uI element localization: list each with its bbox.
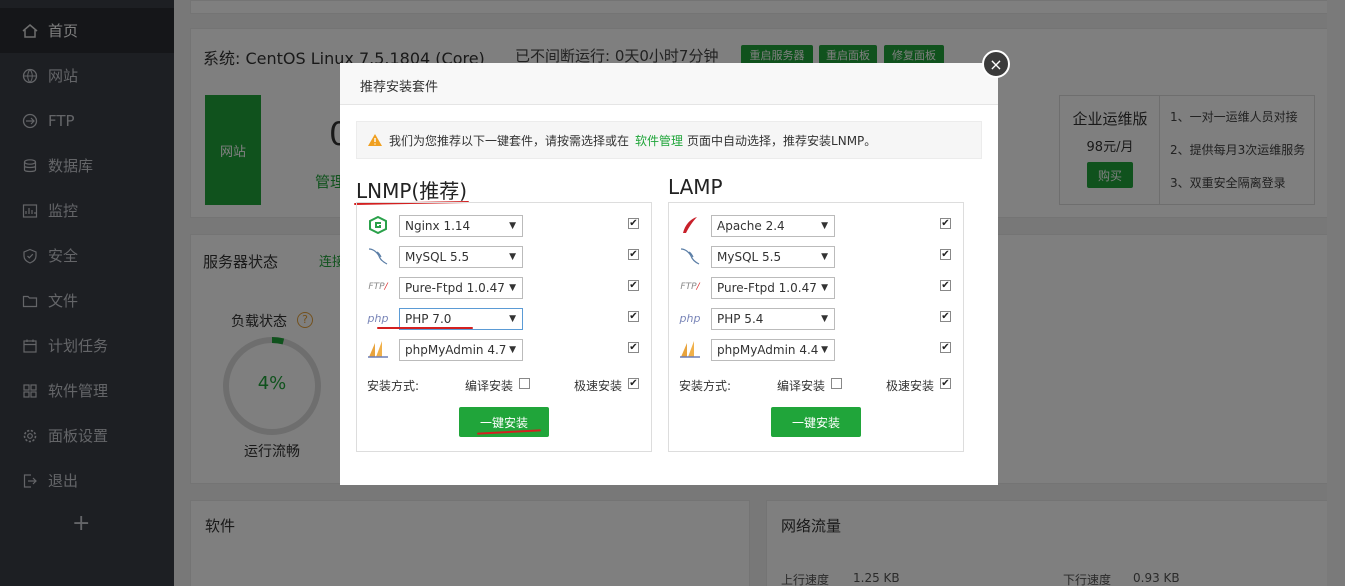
compile-install-label: 编译安装 <box>465 379 514 393</box>
fast-install-checkbox[interactable]: ✔ <box>628 378 639 389</box>
apache-checkbox[interactable]: ✔ <box>940 218 951 229</box>
close-icon[interactable]: × <box>982 50 1010 78</box>
caret-down-icon: ▼ <box>821 345 828 355</box>
caret-down-icon: ▼ <box>509 314 516 324</box>
modal-title: 推荐安装套件 <box>360 80 439 95</box>
lamp-row-mysql: MySQL 5.5 ▼ ✔ <box>669 243 965 269</box>
caret-down-icon: ▼ <box>821 221 828 231</box>
mysql-version-select[interactable]: MySQL 5.5 ▼ <box>711 246 835 268</box>
notice-text-post: 页面中自动选择，推荐安装LNMP。 <box>687 133 877 148</box>
notice-text: 我们为您推荐以下一键套件，请按需选择或在 <box>389 133 630 148</box>
phpmyadmin-icon <box>367 339 389 359</box>
lnmp-title: LNMP(推荐) <box>356 179 468 203</box>
php-checkbox[interactable]: ✔ <box>940 311 951 322</box>
select-value: Apache 2.4 <box>717 219 785 233</box>
install-method-label: 安装方式: <box>367 379 420 393</box>
fast-install-checkbox[interactable]: ✔ <box>940 378 951 389</box>
mysql-version-select[interactable]: MySQL 5.5 ▼ <box>399 246 523 268</box>
compile-install-label: 编译安装 <box>777 379 826 393</box>
mysql-checkbox[interactable]: ✔ <box>628 249 639 260</box>
phpmyadmin-checkbox[interactable]: ✔ <box>940 342 951 353</box>
lnmp-row-nginx: Nginx 1.14 ▼ ✔ <box>357 212 653 238</box>
lnmp-row-mysql: MySQL 5.5 ▼ ✔ <box>357 243 653 269</box>
lnmp-row-phpmyadmin: phpMyAdmin 4.7 ▼ ✔ <box>357 336 653 362</box>
annotation-underline <box>377 327 473 329</box>
caret-down-icon: ▼ <box>821 283 828 293</box>
lamp-title: LAMP <box>668 175 723 199</box>
select-value: MySQL 5.5 <box>717 250 782 264</box>
caret-down-icon: ▼ <box>821 252 828 262</box>
ftp-version-select[interactable]: Pure-Ftpd 1.0.47 ▼ <box>711 277 835 299</box>
compile-install-checkbox[interactable] <box>831 378 842 389</box>
caret-down-icon: ▼ <box>509 283 516 293</box>
select-value: Pure-Ftpd 1.0.47 <box>717 281 817 295</box>
lamp-row-phpmyadmin: phpMyAdmin 4.4 ▼ ✔ <box>669 336 965 362</box>
apache-version-select[interactable]: Apache 2.4 ▼ <box>711 215 835 237</box>
caret-down-icon: ▼ <box>821 314 828 324</box>
nginx-version-select[interactable]: Nginx 1.14 ▼ <box>399 215 523 237</box>
php-checkbox[interactable]: ✔ <box>628 311 639 322</box>
caret-down-icon: ▼ <box>509 221 516 231</box>
nginx-checkbox[interactable]: ✔ <box>628 218 639 229</box>
lnmp-row-ftp: FTP / Pure-Ftpd 1.0.47 ▼ ✔ <box>357 274 653 300</box>
lamp-row-ftp: FTP / Pure-Ftpd 1.0.47 ▼ ✔ <box>669 274 965 300</box>
caret-down-icon: ▼ <box>509 252 516 262</box>
lamp-install-button[interactable]: 一键安装 <box>771 407 861 437</box>
compile-install-checkbox[interactable] <box>519 378 530 389</box>
php-icon: php <box>679 311 701 325</box>
select-value: PHP 7.0 <box>405 312 452 326</box>
php-version-select[interactable]: PHP 5.4 ▼ <box>711 308 835 330</box>
select-value: phpMyAdmin 4.7 <box>405 343 507 357</box>
nginx-icon <box>367 215 389 235</box>
lamp-row-php: php PHP 5.4 ▼ ✔ <box>669 305 965 331</box>
fast-install-label: 极速安装 <box>574 379 623 393</box>
phpmyadmin-checkbox[interactable]: ✔ <box>628 342 639 353</box>
mysql-checkbox[interactable]: ✔ <box>940 249 951 260</box>
phpmyadmin-version-select[interactable]: phpMyAdmin 4.7 ▼ <box>399 339 523 361</box>
select-value: Pure-Ftpd 1.0.47 <box>405 281 505 295</box>
fast-install-label: 极速安装 <box>886 379 935 393</box>
lamp-row-apache: Apache 2.4 ▼ ✔ <box>669 212 965 238</box>
notice-bar: 我们为您推荐以下一键套件，请按需选择或在 软件管理 页面中自动选择，推荐安装LN… <box>356 121 982 159</box>
ftp-version-select[interactable]: Pure-Ftpd 1.0.47 ▼ <box>399 277 523 299</box>
php-icon: php <box>367 311 389 325</box>
ftp-checkbox[interactable]: ✔ <box>940 280 951 291</box>
mysql-icon <box>367 246 389 266</box>
warning-icon <box>367 133 383 147</box>
install-modal: 推荐安装套件 我们为您推荐以下一键套件，请按需选择或在 软件管理 页面中自动选择… <box>340 63 998 485</box>
select-value: Nginx 1.14 <box>405 219 471 233</box>
select-value: phpMyAdmin 4.4 <box>717 343 819 357</box>
ftp-logo-icon: FTP / <box>680 282 700 292</box>
select-value: PHP 5.4 <box>717 312 764 326</box>
mysql-icon <box>679 246 701 266</box>
phpmyadmin-version-select[interactable]: phpMyAdmin 4.4 ▼ <box>711 339 835 361</box>
ftp-logo-icon: FTP / <box>368 282 388 292</box>
lamp-panel: Apache 2.4 ▼ ✔ MySQL 5.5 ▼ ✔ FTP / Pure-Ftp… <box>668 202 964 452</box>
apache-icon <box>679 215 701 235</box>
install-method-label: 安装方式: <box>679 379 732 393</box>
lnmp-panel: Nginx 1.14 ▼ ✔ MySQL 5.5 ▼ ✔ FTP / Pure-Ftp… <box>356 202 652 452</box>
ftp-checkbox[interactable]: ✔ <box>628 280 639 291</box>
software-manage-link[interactable]: 软件管理 <box>635 132 683 149</box>
modal-header: 推荐安装套件 <box>340 63 998 105</box>
caret-down-icon: ▼ <box>509 345 516 355</box>
select-value: MySQL 5.5 <box>405 250 470 264</box>
phpmyadmin-icon <box>679 339 701 359</box>
